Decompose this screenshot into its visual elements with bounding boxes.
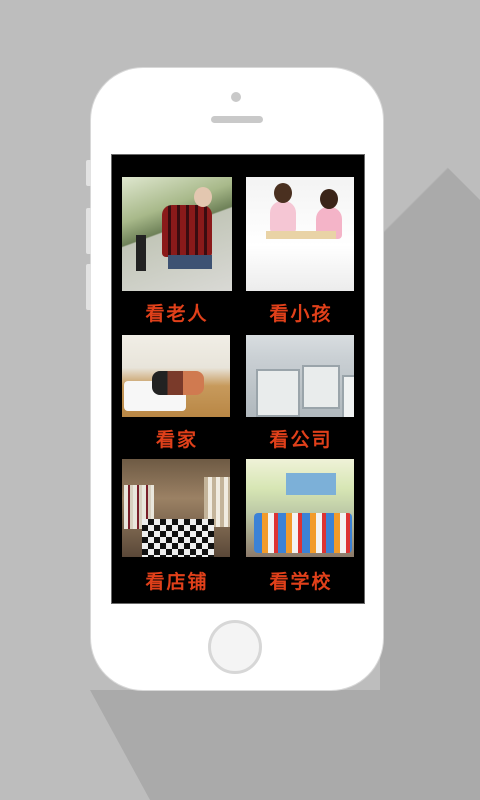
tile-label-shop: 看店铺 — [145, 571, 209, 593]
home-photo — [122, 335, 230, 417]
tile-label-home: 看家 — [155, 429, 198, 451]
tile-school[interactable]: 看学校 — [246, 459, 356, 595]
tile-label-school: 看学校 — [269, 571, 333, 593]
tile-home[interactable]: 看家 — [122, 335, 232, 451]
tile-office[interactable]: 看公司 — [246, 335, 356, 451]
children-photo — [246, 177, 354, 291]
shop-photo — [122, 459, 230, 557]
tile-label-elderly: 看老人 — [145, 303, 209, 325]
mute-switch — [86, 160, 91, 186]
phone-mockup: 看老人 看小孩 看家 看公司 看店铺 看学校 — [86, 68, 383, 690]
school-photo — [246, 459, 354, 557]
tile-label-children: 看小孩 — [269, 303, 333, 325]
elderly-person-photo — [122, 177, 232, 291]
tile-shop[interactable]: 看店铺 — [122, 459, 232, 595]
front-camera — [231, 92, 241, 102]
home-button[interactable] — [208, 620, 262, 674]
app-screen: 看老人 看小孩 看家 看公司 看店铺 看学校 — [111, 154, 365, 604]
tile-children[interactable]: 看小孩 — [246, 177, 356, 325]
earpiece-speaker — [211, 116, 263, 123]
volume-down-button — [86, 264, 91, 310]
volume-up-button — [86, 208, 91, 254]
tile-elderly[interactable]: 看老人 — [122, 177, 232, 325]
office-photo — [246, 335, 354, 417]
tile-label-office: 看公司 — [269, 429, 333, 451]
